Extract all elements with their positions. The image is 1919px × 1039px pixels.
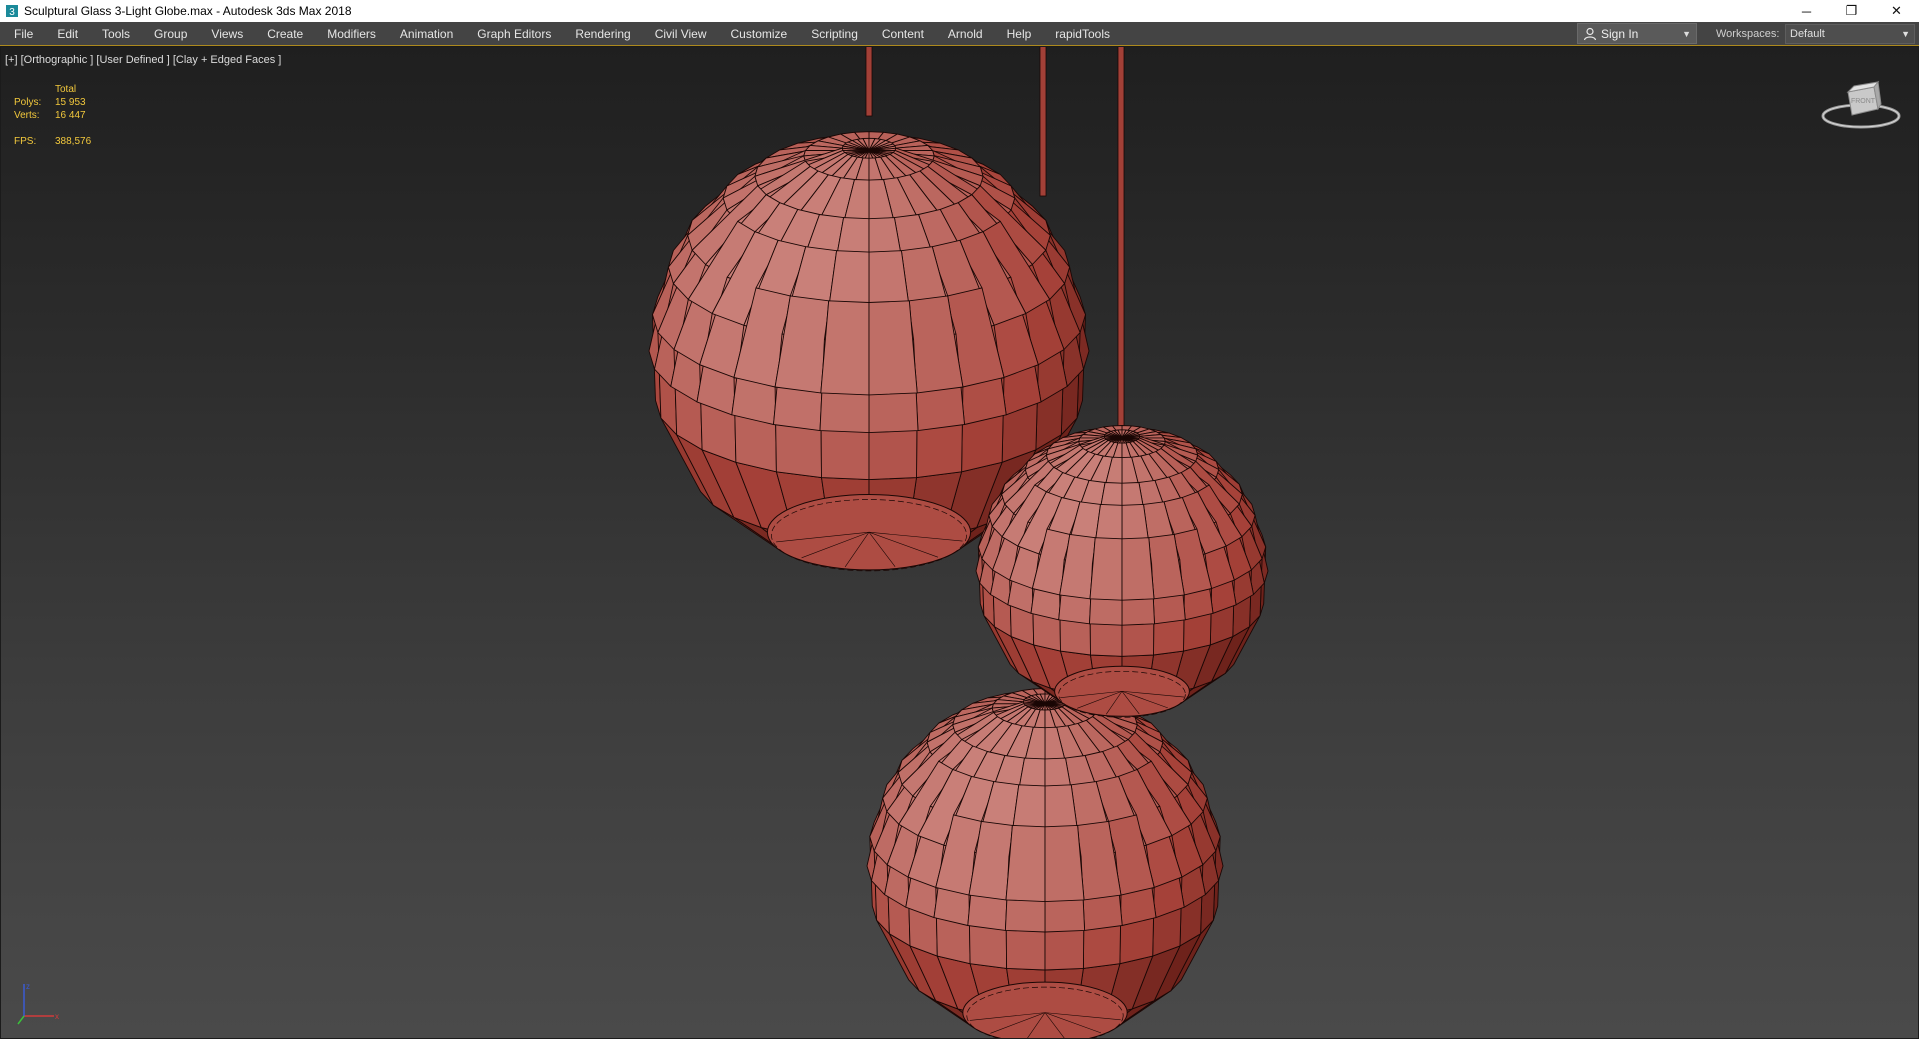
menu-items: File Edit Tools Group Views Create Modif… [0,22,1122,46]
verts-value: 16 447 [55,110,86,121]
minimize-button[interactable]: ─ [1784,0,1829,22]
verts-label: Verts: [14,110,40,121]
cord-middle-globe [1039,46,1047,197]
globe-bottom-opening [962,981,1128,1039]
sign-in-label: Sign In [1601,26,1639,41]
user-icon [1583,27,1597,40]
fps-value: 388,576 [55,136,92,147]
menu-scripting[interactable]: Scripting [799,22,870,46]
cord-right-globe [1117,46,1125,427]
fps-label: FPS: [14,136,37,147]
menu-tools[interactable]: Tools [90,22,142,46]
menu-file[interactable]: File [8,22,45,46]
menu-help[interactable]: Help [995,22,1044,46]
sign-in-button[interactable]: Sign In ▼ [1577,23,1697,44]
restore-button[interactable]: ❐ [1829,0,1874,22]
svg-text:z: z [26,982,30,991]
menu-graph-editors[interactable]: Graph Editors [465,22,563,46]
globe-right-facet [1089,537,1123,601]
app-3dsmax-icon: 3 [6,5,18,18]
window-title: Sculptural Glass 3-Light Globe.max - Aut… [24,4,352,18]
dropdown-arrow-icon[interactable]: ▼ [1682,29,1691,39]
menu-create[interactable]: Create [255,22,315,46]
globe-top-facet [868,300,918,396]
menu-views[interactable]: Views [199,22,255,46]
axis-tripod-icon: x z [17,982,59,1025]
svg-text:x: x [55,1012,59,1021]
menu-bar: File Edit Tools Group Views Create Modif… [0,22,1919,46]
chevron-down-icon: ▼ [1901,29,1910,39]
title-bar: 3 Sculptural Glass 3-Light Globe.max - A… [0,0,1919,22]
close-button[interactable]: ✕ [1874,0,1919,22]
viewcube-face-label: FRONT [1851,98,1876,105]
cord-top-globe [865,46,873,117]
svg-text:3: 3 [9,7,15,18]
perspective-viewport[interactable]: [+] [Orthographic ] [User Defined ] [Cla… [0,46,1919,1039]
viewcube-icon[interactable]: FRONT [1818,78,1904,132]
menu-edit[interactable]: Edit [45,22,90,46]
menu-customize[interactable]: Customize [719,22,800,46]
globe-top-facet [820,300,870,396]
menu-animation[interactable]: Animation [388,22,465,46]
window-controls: ─ ❐ ✕ [1784,0,1919,22]
workspaces-select[interactable]: Default ▼ [1785,24,1915,44]
workspaces-label: Workspaces: [1716,28,1780,40]
menu-civil-view[interactable]: Civil View [643,22,719,46]
globe-bottom-facet [1044,824,1085,903]
globe-right-facet [1121,537,1155,601]
menu-modifiers[interactable]: Modifiers [315,22,388,46]
scene-canvas[interactable] [0,46,1919,1039]
menu-rapidtools[interactable]: rapidTools [1043,22,1122,46]
stats-header: Total [55,84,77,95]
menu-group[interactable]: Group [142,22,199,46]
menu-content[interactable]: Content [870,22,936,46]
polys-label: Polys: [14,97,42,108]
globe-bottom-facet [1005,824,1046,903]
workspaces-value: Default [1790,28,1825,40]
polys-value: 15 953 [55,97,86,108]
viewport-label-menu[interactable]: [+] [Orthographic ] [User Defined ] [Cla… [5,54,281,66]
menu-arnold[interactable]: Arnold [936,22,995,46]
menu-rendering[interactable]: Rendering [563,22,642,46]
globe-top-opening [766,494,972,571]
